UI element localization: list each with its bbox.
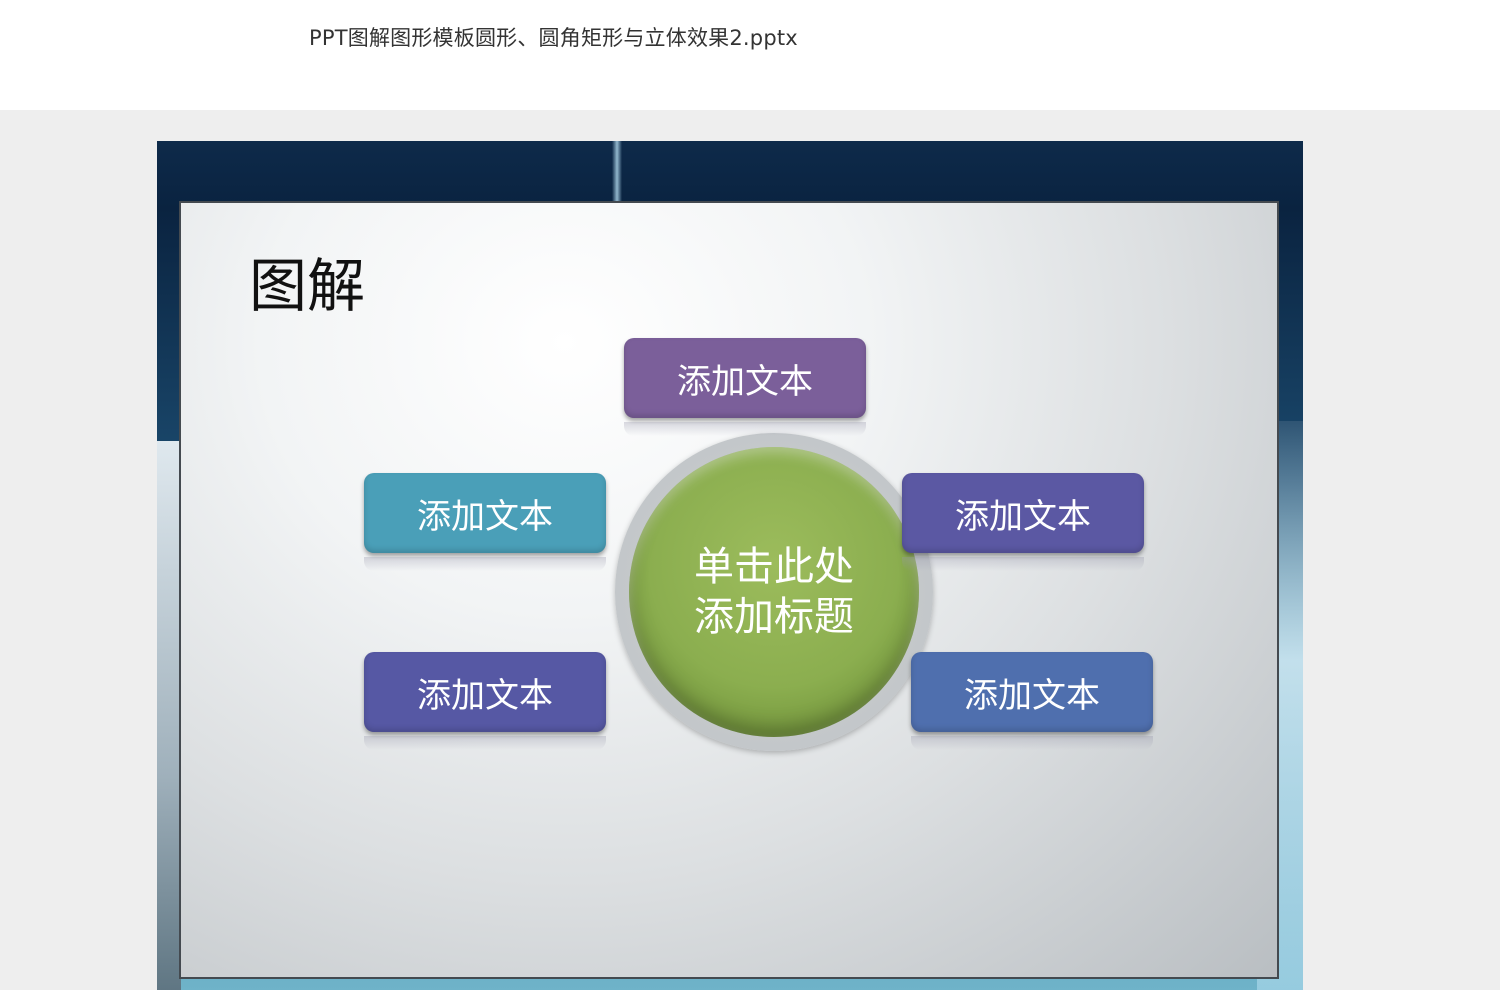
slide-content-panel: 图解 单击此处 添加标题 添加文本 添加文本 添加文本 添加文本 添加文本 — [179, 201, 1279, 979]
background-glow-left — [157, 441, 181, 990]
center-circle-line2: 添加标题 — [694, 594, 854, 640]
background-light-streak — [612, 141, 622, 203]
text-box-right-upper: 添加文本 — [902, 473, 1144, 571]
text-box-top: 添加文本 — [624, 338, 866, 436]
text-box-left-lower: 添加文本 — [364, 652, 606, 750]
slide-title: 图解 — [249, 252, 366, 320]
center-circle: 单击此处 添加标题 — [629, 447, 919, 737]
text-box-label: 添加文本 — [964, 675, 1100, 716]
text-box-right-lower: 添加文本 — [911, 652, 1153, 750]
file-title: PPT图解图形模板圆形、圆角矩形与立体效果2.pptx — [309, 26, 798, 50]
center-circle-line1: 单击此处 — [694, 544, 854, 590]
slide-preview[interactable]: 图解 单击此处 添加标题 添加文本 添加文本 添加文本 添加文本 添加文本 — [157, 141, 1303, 990]
text-box-label: 添加文本 — [677, 361, 813, 402]
text-box-label: 添加文本 — [417, 675, 553, 716]
text-box-left-upper: 添加文本 — [364, 473, 606, 571]
text-box-label: 添加文本 — [417, 496, 553, 537]
text-box-label: 添加文本 — [955, 496, 1091, 537]
file-header: PPT图解图形模板圆形、圆角矩形与立体效果2.pptx — [0, 0, 1500, 110]
